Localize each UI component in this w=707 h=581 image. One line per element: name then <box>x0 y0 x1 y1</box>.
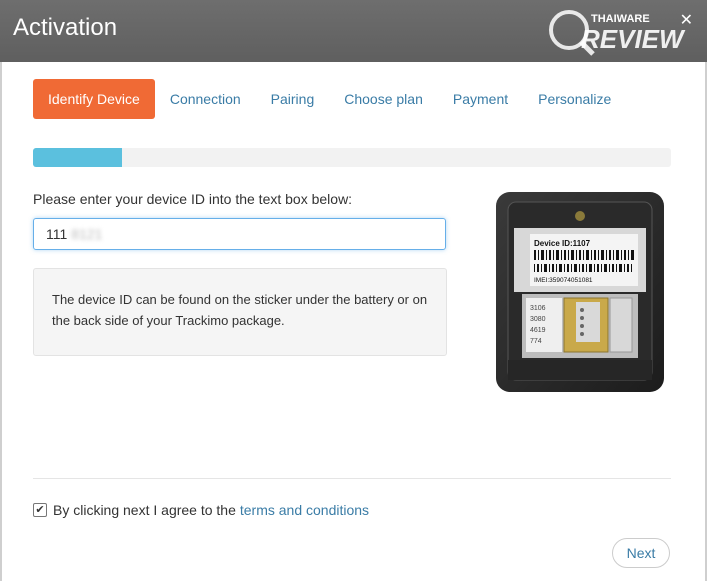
next-button[interactable]: Next <box>612 538 670 568</box>
tab-pairing[interactable]: Pairing <box>256 79 330 119</box>
terms-and-conditions-link[interactable]: terms and conditions <box>240 502 369 518</box>
sim-digits-3: 4619 <box>530 327 546 334</box>
device-id-value: 111 <box>46 226 68 242</box>
device-id-blurred: 8121 <box>71 226 103 242</box>
help-text: The device ID can be found on the sticke… <box>52 292 428 328</box>
footer-divider <box>33 478 671 479</box>
thaiware-review-watermark: THAIWARE REVIEW <box>549 10 686 56</box>
activation-progress-bar <box>33 148 671 167</box>
agree-checkbox[interactable]: ✔ <box>33 503 47 517</box>
sim-digits-2: 3080 <box>530 316 546 323</box>
agree-text: By clicking next I agree to the <box>53 502 236 518</box>
photo-device-id-label: Device ID:1107 <box>534 239 591 248</box>
window-header: Activation THAIWARE REVIEW ✕ <box>0 0 707 62</box>
tab-identify-device[interactable]: Identify Device <box>33 79 155 119</box>
watermark-review-text: REVIEW <box>581 24 686 54</box>
window-title: Activation <box>13 14 118 41</box>
device-id-prompt: Please enter your device ID into the tex… <box>33 191 353 207</box>
tab-personalize[interactable]: Personalize <box>523 79 626 119</box>
terms-agreement: ✔ By clicking next I agree to the terms … <box>33 502 369 518</box>
device-id-input[interactable]: 111 8121 <box>33 218 446 250</box>
tab-connection[interactable]: Connection <box>155 79 256 119</box>
close-icon[interactable]: ✕ <box>680 10 693 30</box>
sim-digits-4: 774 <box>530 338 542 345</box>
photo-imei-label: IMEI:359074051081 <box>534 277 593 284</box>
wizard-steps: Identify Device Connection Pairing Choos… <box>33 79 626 119</box>
tab-choose-plan[interactable]: Choose plan <box>329 79 438 119</box>
progress-fill <box>33 148 123 167</box>
device-photo: Device ID:1107 IMEI:359074051081 3106 30… <box>496 192 664 392</box>
sim-digits-1: 3106 <box>530 305 546 312</box>
device-id-help-box: The device ID can be found on the sticke… <box>33 268 447 356</box>
window-border-left <box>0 62 2 581</box>
tab-payment[interactable]: Payment <box>438 79 523 119</box>
